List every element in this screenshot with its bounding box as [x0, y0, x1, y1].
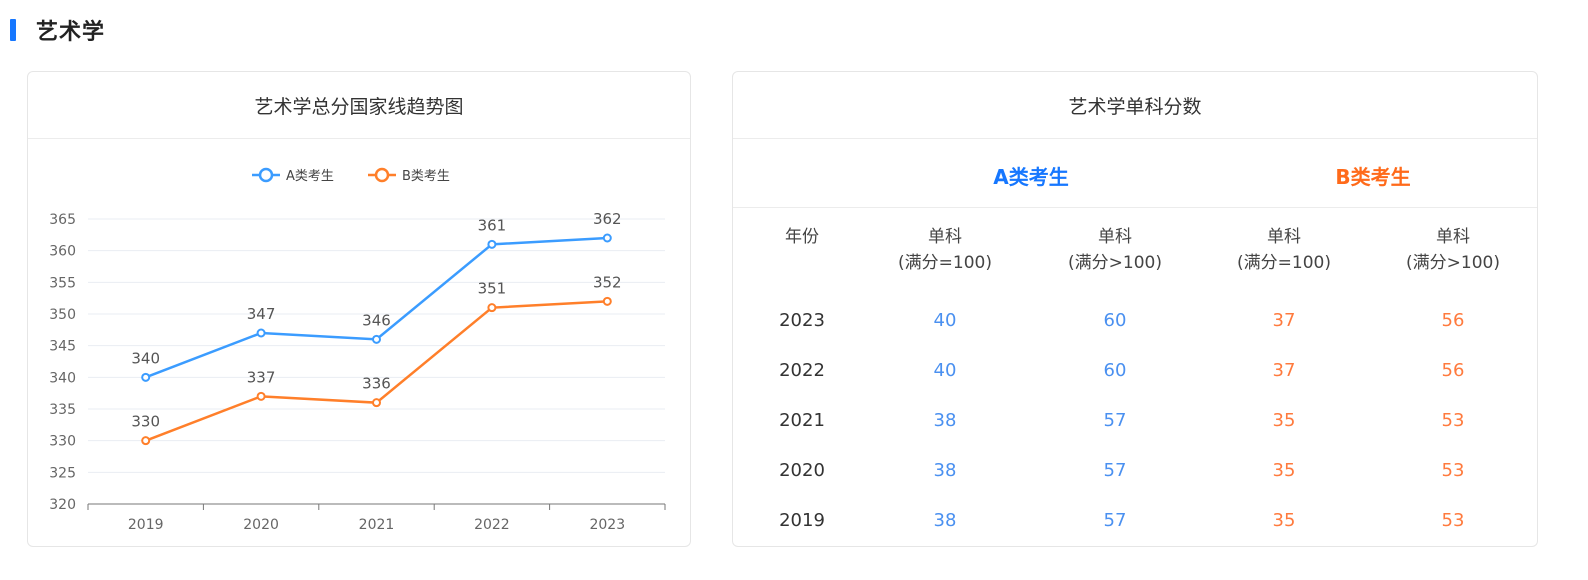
- data-label: 361: [478, 216, 507, 234]
- data-point: [141, 372, 151, 382]
- data-point: [372, 398, 381, 408]
- cell-b-single-over-100: 53: [1441, 510, 1465, 531]
- y-tick-label: 320: [49, 497, 76, 513]
- legend-label: A类考生: [286, 169, 334, 184]
- column-header-line2: (满分=100): [1237, 253, 1331, 273]
- cell-a-single-over-100: 60: [1103, 360, 1127, 381]
- y-tick-label: 350: [49, 307, 76, 323]
- score-table-card: 艺术学单科分数 A类考生 B类考生 年份 2023 40 60 37 56 2022 40 6…: [732, 71, 1538, 547]
- data-label: 336: [362, 375, 391, 393]
- cell-a-single-100: 38: [933, 510, 957, 531]
- data-label: 351: [478, 280, 507, 298]
- y-tick-label: 365: [49, 212, 76, 228]
- column-header-line1: 单科: [928, 227, 962, 247]
- x-tick-label: 2020: [243, 517, 279, 533]
- cell-year: 2019: [779, 510, 825, 531]
- cell-b-single-over-100: 53: [1441, 460, 1465, 481]
- group-header-row: A类考生 B类考生: [733, 139, 1537, 208]
- chart-card: 艺术学总分国家线趋势图 320 325 330 335 340 345 350 355 360 3…: [27, 71, 691, 547]
- data-label: 362: [593, 210, 622, 228]
- x-tick-label: 2023: [589, 517, 625, 533]
- legend-marker: [258, 167, 274, 183]
- y-tick-label: 340: [49, 370, 76, 386]
- column-header-line1: 单科: [1267, 227, 1301, 247]
- column-header-line1: 单科: [1098, 227, 1132, 247]
- cell-b-single-100: 37: [1272, 360, 1296, 381]
- y-tick-label: 360: [49, 244, 76, 260]
- section-accent-bar: [10, 19, 16, 41]
- cell-year: 2020: [779, 460, 825, 481]
- data-point: [602, 296, 612, 306]
- data-label: 347: [247, 305, 276, 323]
- x-tick-label: 2021: [359, 517, 395, 533]
- column-header-line2: (满分=100): [898, 253, 992, 273]
- legend-label: B类考生: [402, 169, 450, 184]
- column-header: 单科 (满分>100): [1393, 224, 1513, 276]
- data-label: 346: [362, 311, 391, 329]
- data-point: [602, 233, 612, 243]
- y-tick-label: 355: [49, 275, 76, 291]
- group-b-header: B类考生: [1335, 165, 1411, 189]
- cell-a-single-over-100: 57: [1103, 410, 1127, 431]
- cell-b-single-100: 37: [1272, 310, 1296, 331]
- y-tick-label: 330: [49, 434, 76, 450]
- cell-a-single-over-100: 57: [1103, 510, 1127, 531]
- cell-b-single-over-100: 56: [1441, 360, 1465, 381]
- cell-year: 2022: [779, 360, 825, 381]
- column-header-line2: (满分>100): [1406, 253, 1500, 273]
- cell-b-single-100: 35: [1272, 460, 1296, 481]
- cell-b-single-over-100: 53: [1441, 410, 1465, 431]
- cell-a-single-over-100: 57: [1103, 460, 1127, 481]
- data-label: 340: [131, 349, 160, 367]
- y-tick-label: 345: [49, 339, 76, 355]
- section-title: 艺术学: [36, 20, 106, 45]
- cell-a-single-100: 38: [933, 410, 957, 431]
- data-label: 330: [131, 413, 160, 431]
- data-point: [256, 391, 266, 401]
- section-header: 艺术学: [0, 18, 105, 45]
- year-column-header: 年份: [785, 227, 819, 247]
- group-a-header: A类考生: [993, 165, 1069, 189]
- data-point: [256, 328, 266, 338]
- legend-marker: [374, 167, 390, 183]
- cell-b-single-100: 35: [1272, 510, 1296, 531]
- cell-b-single-over-100: 56: [1441, 310, 1465, 331]
- cell-a-single-100: 38: [933, 460, 957, 481]
- data-label: 337: [247, 368, 276, 386]
- series-line: [145, 236, 608, 379]
- chart-card-title: 艺术学总分国家线趋势图: [28, 72, 690, 139]
- column-header: 单科 (满分>100): [1055, 224, 1175, 276]
- cell-b-single-100: 35: [1272, 410, 1296, 431]
- line-chart: 320 325 330 335 340 345 350 355 360 365 2019 2020 20…: [49, 167, 666, 533]
- cell-a-single-100: 40: [933, 310, 957, 331]
- data-point: [487, 303, 497, 313]
- y-tick-label: 325: [49, 465, 76, 481]
- x-tick-label: 2019: [128, 517, 164, 533]
- data-point: [141, 436, 151, 446]
- data-point: [487, 239, 497, 249]
- column-header-line2: (满分>100): [1068, 253, 1162, 273]
- table-card-title: 艺术学单科分数: [733, 72, 1537, 139]
- data-point: [372, 334, 381, 344]
- column-header-line1: 单科: [1436, 227, 1470, 247]
- y-tick-label: 335: [49, 402, 76, 418]
- cell-year: 2023: [779, 310, 825, 331]
- cell-a-single-100: 40: [933, 360, 957, 381]
- cell-a-single-over-100: 60: [1103, 310, 1127, 331]
- x-tick-label: 2022: [474, 517, 510, 533]
- column-header: 单科 (满分=100): [1224, 224, 1344, 276]
- column-header: 单科 (满分=100): [885, 224, 1005, 276]
- cell-year: 2021: [779, 410, 825, 431]
- data-label: 352: [593, 273, 622, 291]
